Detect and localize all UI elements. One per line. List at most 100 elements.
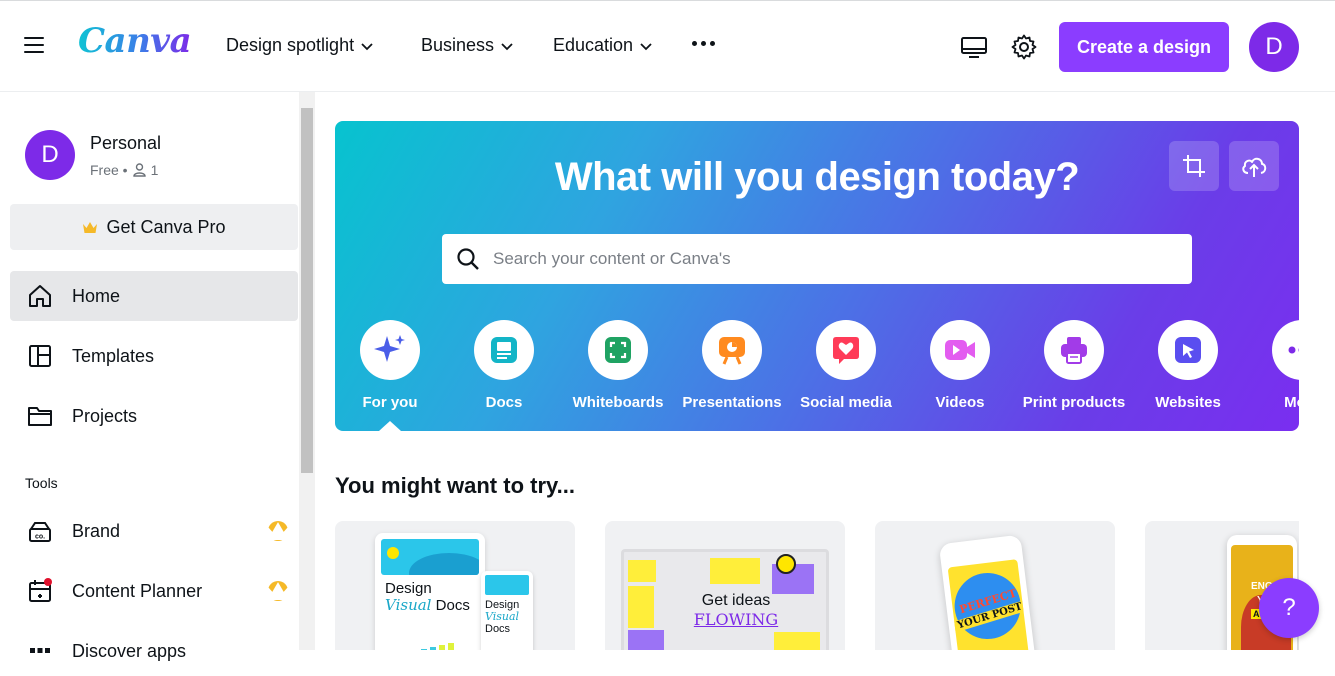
doc-title-line: Docs	[435, 597, 470, 614]
category-label: Social media	[800, 394, 892, 411]
doc-mini-line: Visual	[485, 610, 520, 623]
sidebar-item-discover-apps[interactable]: Discover apps	[10, 626, 298, 676]
doc-mini-line: Docs	[485, 623, 511, 635]
account-switcher[interactable]: D Personal Free • 1	[25, 130, 161, 180]
sparkle-icon	[360, 320, 420, 380]
user-avatar[interactable]: D	[1249, 22, 1299, 72]
gear-icon[interactable]	[1010, 33, 1038, 61]
whiteboard-text: FLOWING	[693, 610, 779, 629]
phone-preview: PERFECT YOUR POST	[938, 534, 1038, 650]
hero-search-box[interactable]	[442, 234, 1192, 284]
top-header: Canva Design spotlight Business Educatio…	[0, 0, 1335, 92]
menu-icon[interactable]	[24, 37, 44, 55]
nav-business[interactable]: Business	[421, 35, 514, 56]
create-design-button[interactable]: Create a design	[1059, 22, 1229, 72]
category-websites[interactable]: Websites	[1131, 320, 1245, 411]
sidebar-item-label: Brand	[72, 520, 121, 541]
selected-category-indicator	[379, 421, 401, 431]
doc-bar-chart	[385, 643, 454, 650]
cursor-icon	[1158, 320, 1218, 380]
account-plan: Free • 1	[90, 162, 161, 178]
category-videos[interactable]: Videos	[903, 320, 1017, 411]
pro-label: Get Canva Pro	[106, 216, 226, 237]
plan-label: Free •	[90, 161, 128, 178]
doc-header-image	[381, 539, 479, 575]
category-label: Docs	[485, 394, 523, 411]
resize-button[interactable]	[1169, 141, 1219, 191]
heart-icon	[816, 320, 876, 380]
whiteboard-preview: Get ideas FLOWING	[621, 549, 829, 650]
category-label: Websites	[1155, 394, 1221, 411]
account-name: Personal	[90, 132, 162, 153]
category-label: Whiteboards	[572, 394, 664, 411]
calendar-icon	[29, 578, 52, 602]
sidebar-item-templates[interactable]: Templates	[10, 331, 298, 381]
brand-icon: co.	[29, 522, 51, 542]
templates-icon	[29, 345, 51, 367]
category-label: Presentations	[682, 394, 782, 411]
more-icon	[1272, 320, 1299, 380]
presentation-icon	[702, 320, 762, 380]
nav-label: Education	[553, 35, 634, 55]
category-presentations[interactable]: Presentations	[675, 320, 789, 411]
home-icon	[29, 285, 51, 307]
category-social-media[interactable]: Social media	[789, 320, 903, 411]
docs-icon	[474, 320, 534, 380]
suggestion-card-social[interactable]: PERFECT YOUR POST	[875, 521, 1115, 650]
svg-text:co.: co.	[35, 534, 45, 541]
chevron-down-icon	[361, 42, 373, 50]
upload-button[interactable]	[1229, 141, 1279, 191]
nav-design-spotlight[interactable]: Design spotlight	[226, 35, 374, 56]
whiteboard-text: Get ideas	[701, 592, 771, 609]
hero-title: What will you design today?	[554, 155, 1080, 199]
suggestion-card-whiteboard[interactable]: Get ideas FLOWING	[605, 521, 845, 650]
chevron-down-icon	[501, 42, 513, 50]
nav-education[interactable]: Education	[553, 35, 653, 56]
doc-preview: Design Visual Docs	[375, 533, 485, 650]
canva-logo[interactable]: Canva	[78, 21, 192, 61]
doc-title-line: Design	[385, 580, 432, 597]
sidebar-item-label: Templates	[72, 345, 155, 366]
sidebar-item-brand[interactable]: co. Brand	[10, 506, 298, 556]
hero-banner: What will you design today? For you Docs…	[335, 121, 1299, 431]
pro-crown-badge	[266, 581, 290, 601]
category-whiteboards[interactable]: Whiteboards	[561, 320, 675, 411]
category-more[interactable]: More	[1245, 320, 1299, 411]
sidebar-item-label: Projects	[72, 405, 138, 426]
search-icon	[457, 248, 479, 270]
pro-crown-badge	[266, 521, 290, 541]
search-input[interactable]	[493, 249, 1153, 269]
sidebar-item-label: Discover apps	[72, 640, 187, 661]
sidebar-item-projects[interactable]: Projects	[10, 391, 298, 441]
suggestions-carousel: Design Visual Docs Design Visual Docs Ge…	[335, 521, 1299, 650]
person-icon	[132, 162, 146, 177]
folder-icon	[28, 407, 52, 426]
sidebar-item-content-planner[interactable]: Content Planner	[10, 566, 298, 616]
video-icon	[930, 320, 990, 380]
crop-icon	[1183, 155, 1205, 177]
account-avatar: D	[25, 130, 75, 180]
cloud-upload-icon	[1242, 157, 1267, 177]
sidebar: D Personal Free • 1 Get Canva Pro Home T…	[0, 92, 315, 661]
category-print-products[interactable]: Print products	[1017, 320, 1131, 411]
tools-heading: Tools	[25, 475, 58, 491]
doc-mobile-preview: Design Visual Docs	[481, 571, 533, 650]
crown-icon	[83, 221, 98, 233]
sidebar-scroll-thumb[interactable]	[301, 108, 313, 473]
member-count: 1	[150, 161, 159, 178]
category-for-you[interactable]: For you	[335, 320, 447, 411]
get-canva-pro-button[interactable]: Get Canva Pro	[10, 204, 298, 250]
suggestion-card-docs[interactable]: Design Visual Docs Design Visual Docs	[335, 521, 575, 650]
category-docs[interactable]: Docs	[447, 320, 561, 411]
desktop-app-icon[interactable]	[960, 33, 988, 61]
sidebar-item-home[interactable]: Home	[10, 271, 298, 321]
category-label: Print products	[1022, 394, 1126, 411]
sidebar-item-label: Home	[72, 285, 121, 306]
more-nav-icon[interactable]	[692, 41, 715, 46]
doc-title-line: Visual	[385, 596, 432, 614]
help-button[interactable]: ?	[1259, 578, 1319, 638]
chevron-down-icon	[640, 42, 652, 50]
nav-label: Design spotlight	[226, 35, 355, 55]
nav-label: Business	[421, 35, 495, 55]
whiteboard-icon	[588, 320, 648, 380]
